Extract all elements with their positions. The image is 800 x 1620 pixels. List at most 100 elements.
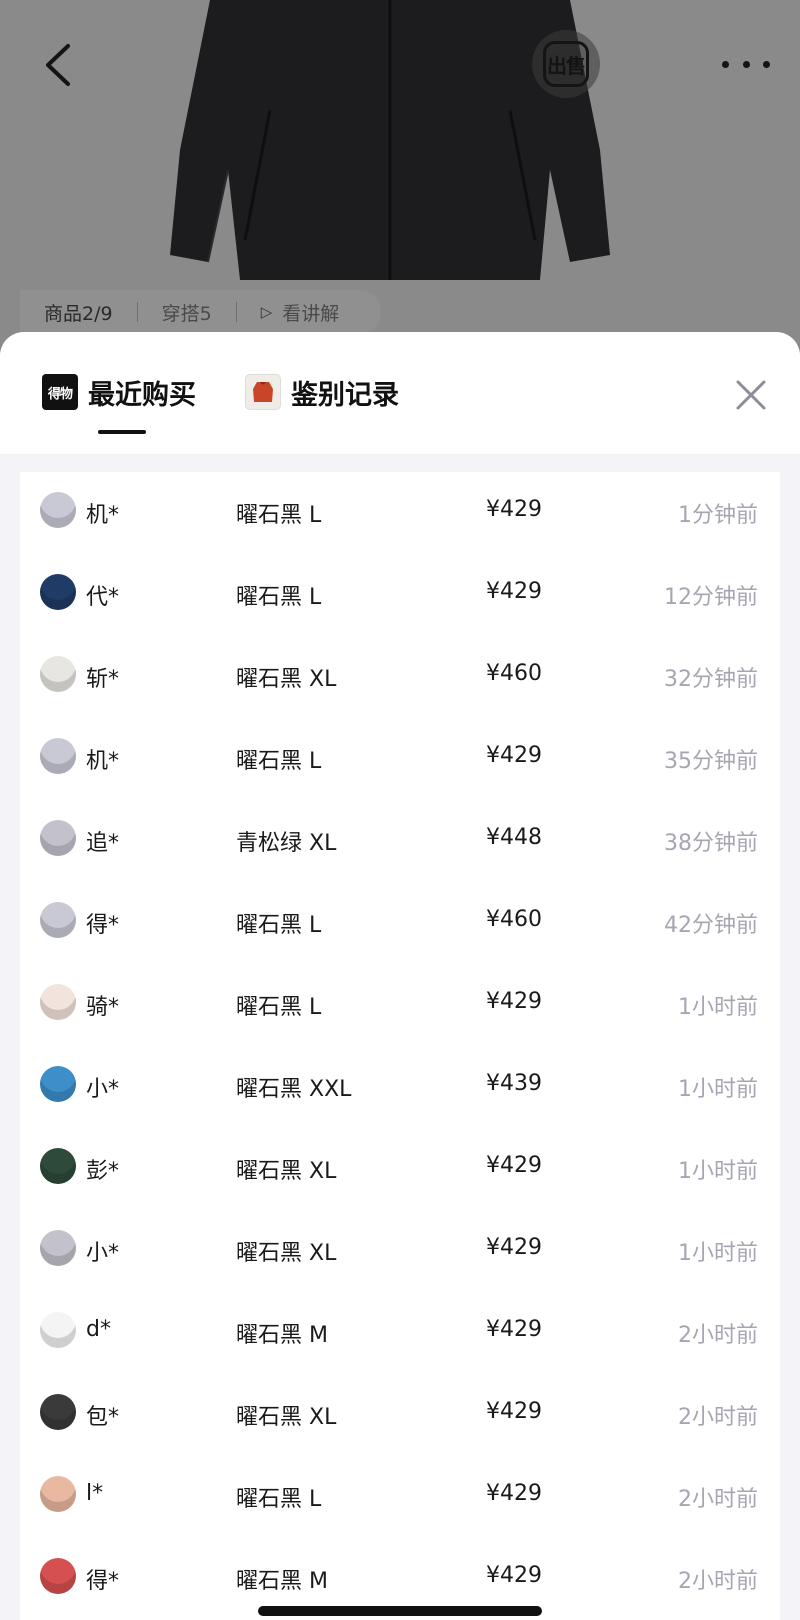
- chevron-left-icon: [46, 44, 70, 86]
- variant-label: 曜石黑 L: [236, 1487, 322, 1512]
- user-name: l*: [86, 1481, 104, 1506]
- home-indicator: [258, 1606, 542, 1616]
- price-label: ¥429: [486, 1317, 542, 1342]
- sheet-header: 得物 最近购买 鉴别记录: [0, 332, 800, 454]
- purchase-row: 机* 曜石黑 L ¥429 1分钟前: [20, 470, 780, 552]
- tab-recent-purchases-label: 最近购买: [88, 379, 196, 411]
- sell-badge: 出售: [543, 41, 589, 87]
- purchase-row: 小* 曜石黑 XXL ¥439 1小时前: [20, 1044, 780, 1126]
- product-counter-label: 商品2/9: [44, 302, 113, 325]
- purchase-row: l* 曜石黑 L ¥429 2小时前: [20, 1454, 780, 1536]
- avatar: [40, 1148, 76, 1184]
- avatar: [40, 574, 76, 610]
- watch-explain-label: 看讲解: [282, 302, 340, 325]
- avatar: [40, 820, 76, 856]
- product-image-area[interactable]: 出售 商品2/9 穿搭5 ▷ 看讲解: [0, 0, 800, 360]
- recent-purchases-sheet: 得物 最近购买 鉴别记录 机* 曜石黑 L ¥429 1分钟前代* 曜石黑 L ¥429 1…: [0, 332, 800, 1620]
- user-name: 得*: [86, 1569, 120, 1594]
- user-name: 包*: [86, 1405, 120, 1430]
- purchase-row: 代* 曜石黑 L ¥429 12分钟前: [20, 552, 780, 634]
- avatar: [40, 1476, 76, 1512]
- time-label: 32分钟前: [664, 667, 758, 692]
- avatar: [40, 492, 76, 528]
- tab-authentication-records-label: 鉴别记录: [291, 379, 399, 411]
- time-label: 2小时前: [678, 1569, 758, 1594]
- user-name: 骑*: [86, 995, 120, 1020]
- user-name: 机*: [86, 749, 120, 774]
- purchase-row: 得* 曜石黑 L ¥460 42分钟前: [20, 880, 780, 962]
- purchase-row: 包* 曜石黑 XL ¥429 2小时前: [20, 1372, 780, 1454]
- price-label: ¥429: [486, 989, 542, 1014]
- time-label: 2小时前: [678, 1487, 758, 1512]
- price-label: ¥429: [486, 579, 542, 604]
- user-name: 小*: [86, 1241, 120, 1266]
- watch-explain-button[interactable]: ▷ 看讲解: [237, 299, 364, 326]
- sell-button[interactable]: 出售: [532, 30, 600, 98]
- more-dot: [742, 60, 750, 68]
- price-label: ¥429: [486, 1235, 542, 1260]
- variant-label: 曜石黑 L: [236, 503, 322, 528]
- avatar: [40, 902, 76, 938]
- avatar: [40, 656, 76, 692]
- avatar: [40, 1312, 76, 1348]
- purchase-row: 彭* 曜石黑 XL ¥429 1小时前: [20, 1126, 780, 1208]
- user-name: 机*: [86, 503, 120, 528]
- price-label: ¥429: [486, 1153, 542, 1178]
- tab-recent-purchases[interactable]: 得物 最近购买: [42, 372, 196, 412]
- variant-label: 曜石黑 L: [236, 749, 322, 774]
- time-label: 2小时前: [678, 1323, 758, 1348]
- price-label: ¥429: [486, 497, 542, 522]
- time-label: 42分钟前: [664, 913, 758, 938]
- time-label: 1小时前: [678, 1077, 758, 1102]
- price-label: ¥429: [486, 1399, 542, 1424]
- variant-label: 曜石黑 L: [236, 585, 322, 610]
- variant-label: 青松绿 XL: [236, 831, 337, 856]
- time-label: 1小时前: [678, 1241, 758, 1266]
- variant-label: 曜石黑 M: [236, 1323, 328, 1348]
- play-icon: ▷: [260, 303, 273, 321]
- variant-label: 曜石黑 XL: [236, 1241, 337, 1266]
- time-label: 1小时前: [678, 995, 758, 1020]
- price-label: ¥460: [486, 661, 542, 686]
- purchase-row: 追* 青松绿 XL ¥448 38分钟前: [20, 798, 780, 880]
- time-label: 38分钟前: [664, 831, 758, 856]
- avatar: [40, 1066, 76, 1102]
- variant-label: 曜石黑 XL: [236, 667, 337, 692]
- user-name: 追*: [86, 831, 120, 856]
- jacket-thumbnail-icon: [245, 374, 281, 410]
- more-dots-icon: [722, 60, 729, 68]
- variant-label: 曜石黑 M: [236, 1569, 328, 1594]
- user-name: 代*: [86, 585, 120, 610]
- time-label: 12分钟前: [664, 585, 758, 610]
- variant-label: 曜石黑 L: [236, 995, 322, 1020]
- purchase-row: 小* 曜石黑 XL ¥429 1小时前: [20, 1208, 780, 1290]
- time-label: 1小时前: [678, 1159, 758, 1184]
- close-button[interactable]: [734, 378, 768, 412]
- user-name: 斩*: [86, 667, 120, 692]
- price-label: ¥429: [486, 1563, 542, 1588]
- variant-label: 曜石黑 XL: [236, 1405, 337, 1430]
- variant-label: 曜石黑 XXL: [236, 1077, 352, 1102]
- purchase-row: 机* 曜石黑 L ¥429 35分钟前: [20, 716, 780, 798]
- dewu-logo-icon: 得物: [42, 374, 78, 410]
- avatar: [40, 1558, 76, 1594]
- purchase-row: d* 曜石黑 M ¥429 2小时前: [20, 1290, 780, 1372]
- variant-label: 曜石黑 L: [236, 913, 322, 938]
- time-label: 2小时前: [678, 1405, 758, 1430]
- more-options-button[interactable]: [722, 46, 770, 82]
- product-counter[interactable]: 商品2/9: [20, 299, 137, 326]
- price-label: ¥439: [486, 1071, 542, 1096]
- avatar: [40, 738, 76, 774]
- price-label: ¥448: [486, 825, 542, 850]
- active-tab-indicator: [98, 430, 146, 434]
- purchase-list: 机* 曜石黑 L ¥429 1分钟前代* 曜石黑 L ¥429 12分钟前斩* 曜石黑 XL ¥…: [20, 472, 780, 1620]
- outfits-tab[interactable]: 穿搭5: [138, 299, 236, 326]
- user-name: d*: [86, 1317, 111, 1342]
- avatar: [40, 984, 76, 1020]
- time-label: 1分钟前: [678, 503, 758, 528]
- user-name: 得*: [86, 913, 120, 938]
- time-label: 35分钟前: [664, 749, 758, 774]
- back-button[interactable]: [38, 40, 78, 90]
- tab-authentication-records[interactable]: 鉴别记录: [245, 372, 399, 412]
- avatar: [40, 1394, 76, 1430]
